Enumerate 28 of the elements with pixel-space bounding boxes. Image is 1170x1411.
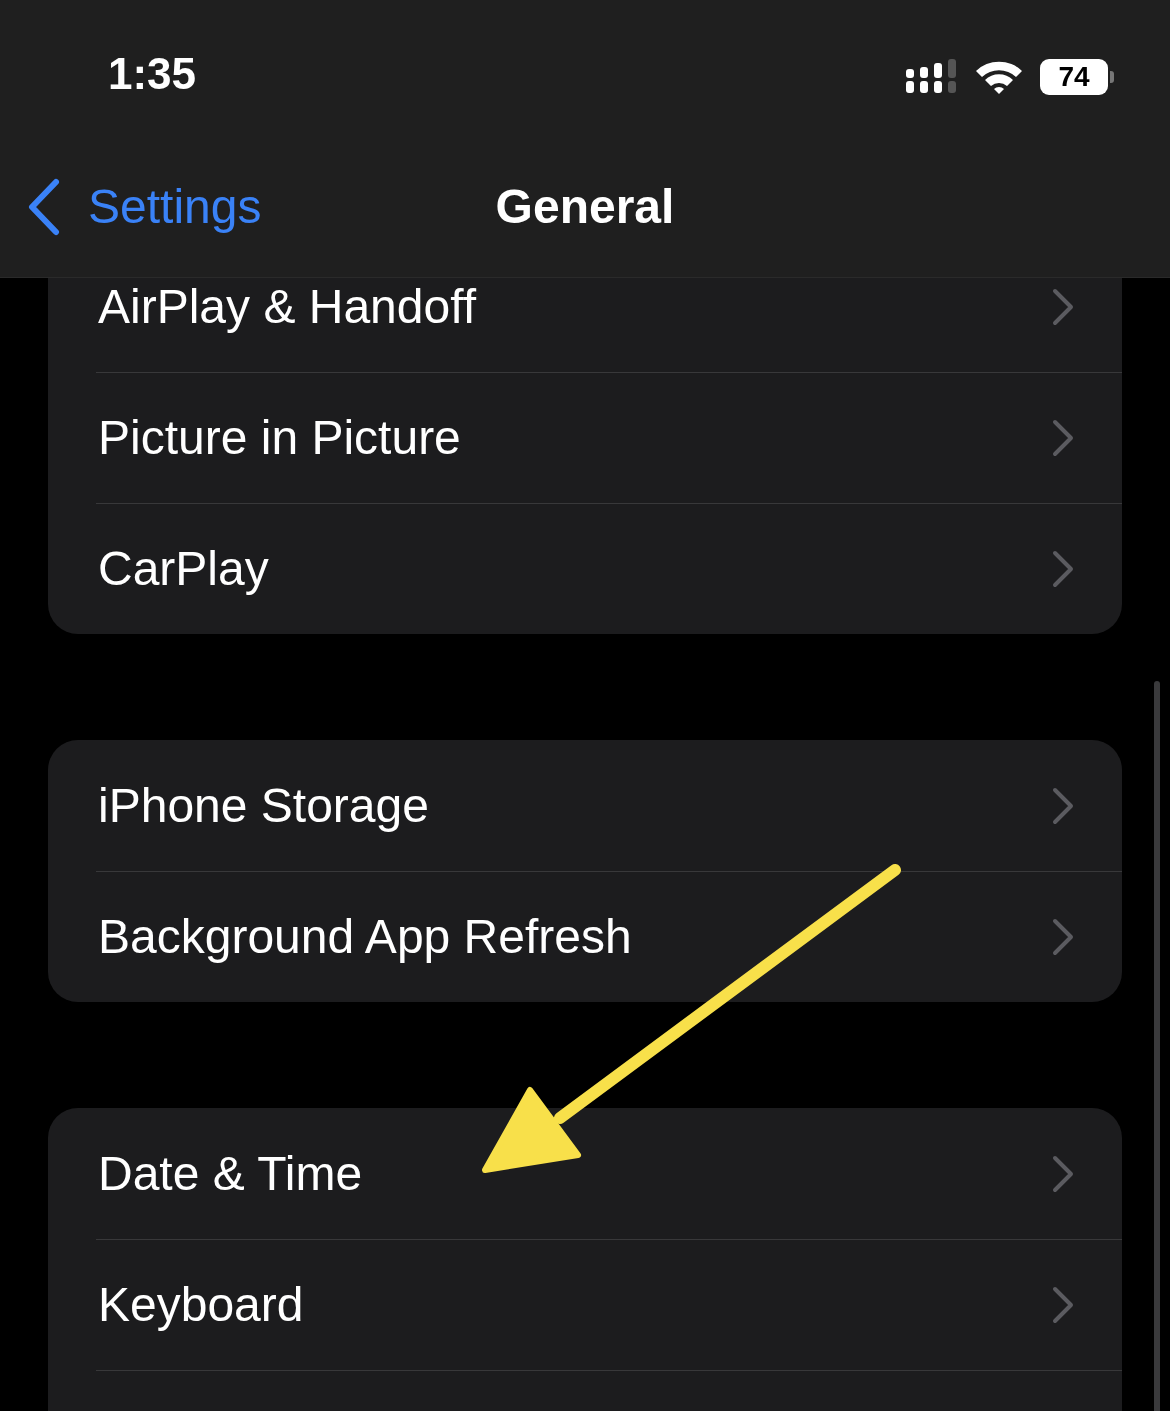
status-time: 1:35 bbox=[108, 49, 197, 99]
row-label: Date & Time bbox=[98, 1146, 363, 1201]
settings-row[interactable]: CarPlay bbox=[48, 503, 1122, 634]
chevron-right-icon bbox=[1052, 1285, 1074, 1324]
row-label: iPhone Storage bbox=[98, 778, 429, 833]
chevron-right-icon bbox=[1052, 1154, 1074, 1193]
settings-row[interactable]: Keyboard bbox=[48, 1239, 1122, 1370]
chevron-right-icon bbox=[1052, 418, 1074, 457]
chevron-right-icon bbox=[1052, 287, 1074, 326]
chevron-right-icon bbox=[1052, 549, 1074, 588]
wifi-icon bbox=[974, 59, 1024, 95]
settings-row[interactable]: Date & Time bbox=[48, 1108, 1122, 1239]
signal-icon bbox=[906, 59, 958, 95]
page-title: General bbox=[495, 179, 675, 234]
chevron-left-icon bbox=[26, 177, 62, 236]
row-label: Picture in Picture bbox=[98, 410, 461, 465]
chevron-right-icon bbox=[1052, 786, 1074, 825]
back-button[interactable]: Settings bbox=[26, 177, 262, 236]
settings-row[interactable]: Picture in Picture bbox=[48, 372, 1122, 503]
row-label: CarPlay bbox=[98, 541, 269, 596]
row-label: AirPlay & Handoff bbox=[98, 279, 476, 334]
settings-row[interactable]: Background App Refresh bbox=[48, 871, 1122, 1002]
battery-level: 74 bbox=[1040, 59, 1108, 95]
row-label: Background App Refresh bbox=[98, 909, 632, 964]
row-label: Keyboard bbox=[98, 1277, 304, 1332]
settings-row[interactable]: iPhone Storage bbox=[48, 740, 1122, 871]
chevron-right-icon bbox=[1052, 917, 1074, 956]
settings-row[interactable]: AirPlay & Handoff bbox=[48, 278, 1122, 372]
